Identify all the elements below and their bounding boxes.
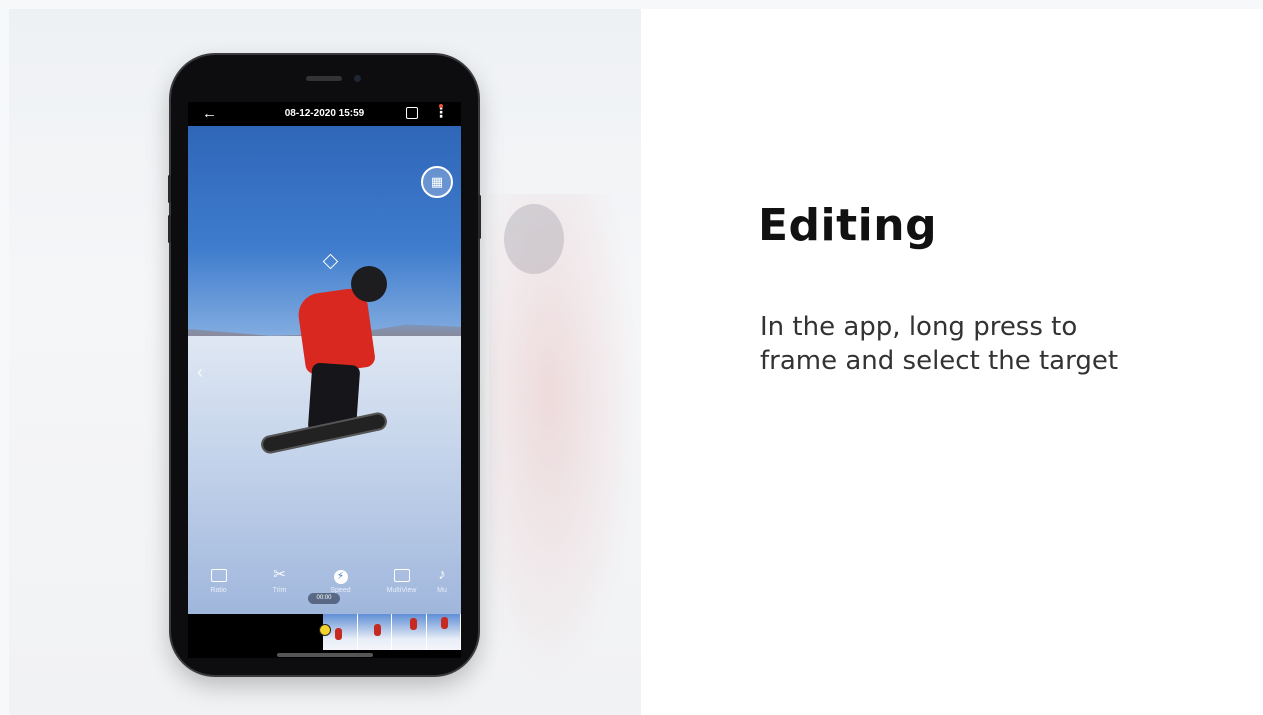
tool-label: Mu	[437, 587, 447, 594]
scissors-icon: ✂	[273, 566, 286, 583]
phone-speaker	[306, 76, 342, 81]
left-margin	[0, 0, 9, 715]
timeline-thumbnail	[426, 614, 461, 650]
tool-ratio[interactable]: Ratio	[188, 566, 249, 606]
phone-power-button	[478, 195, 481, 239]
notification-dot	[439, 104, 443, 108]
section-heading: Editing	[758, 200, 938, 251]
target-marker-icon[interactable]	[322, 253, 339, 270]
music-icon: ♪	[438, 566, 446, 583]
tool-trim[interactable]: ✂ Trim	[249, 566, 310, 606]
app-top-bar: ← 08-12-2020 15:59 ⋮	[188, 102, 461, 126]
clip-datetime: 08-12-2020 15:59	[284, 108, 365, 119]
chevron-left-icon[interactable]: ‹	[197, 362, 203, 383]
speed-icon: ⚡	[333, 570, 348, 584]
multiview-icon	[393, 569, 410, 582]
tutorial-book-icon[interactable]: ▦	[421, 166, 453, 198]
top-margin	[0, 0, 1263, 9]
tool-label: Ratio	[210, 587, 227, 594]
phone-volume-down	[168, 215, 171, 243]
thumbnail-filmstrip[interactable]	[323, 614, 461, 650]
playhead-handle[interactable]	[319, 624, 331, 636]
app-screen: ← 08-12-2020 15:59 ⋮ ▦ ‹ Ratio ✂ Trim ⚡ …	[188, 102, 461, 658]
timeline-thumbnail	[392, 614, 427, 650]
tool-music[interactable]: ♪ Mu	[432, 566, 452, 606]
phone-volume-up	[168, 175, 171, 203]
ratio-icon	[210, 569, 227, 582]
section-description: In the app, long press to frame and sele…	[760, 312, 1119, 376]
phone-mockup: ← 08-12-2020 15:59 ⋮ ▦ ‹ Ratio ✂ Trim ⚡ …	[168, 55, 481, 675]
video-preview[interactable]: ▦ ‹ Ratio ✂ Trim ⚡ Speed MultiView ♪ Mu	[188, 126, 461, 614]
timeline-thumbnail	[357, 614, 392, 650]
timeline-strip[interactable]	[188, 614, 461, 658]
tool-label: Trim	[272, 587, 287, 594]
home-indicator	[277, 653, 373, 657]
share-icon[interactable]	[406, 107, 418, 119]
duration-badge: 00:00	[308, 593, 340, 604]
tool-label: MultiView	[386, 587, 417, 594]
background-rider-silhouette	[489, 194, 639, 694]
snowboarder-helmet	[351, 266, 387, 302]
background-rider-head	[504, 204, 564, 274]
tool-multiview[interactable]: MultiView	[371, 566, 432, 606]
phone-camera	[354, 75, 361, 82]
